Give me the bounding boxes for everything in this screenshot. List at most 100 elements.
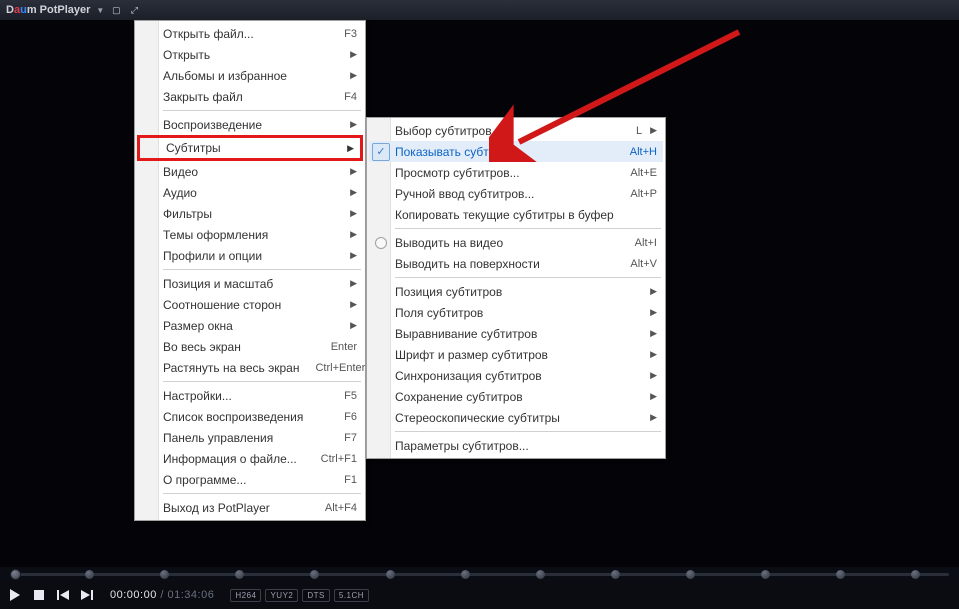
menu-item-shortcut: F1 bbox=[328, 474, 357, 486]
menu-item-label: Соотношение сторон bbox=[163, 298, 342, 312]
menu-item[interactable]: Информация о файле...Ctrl+F1 bbox=[137, 448, 363, 469]
menu-item[interactable]: Профили и опции▶ bbox=[137, 245, 363, 266]
menu-item[interactable]: Соотношение сторон▶ bbox=[137, 294, 363, 315]
seek-chapter-marker[interactable] bbox=[235, 570, 244, 579]
menu-item[interactable]: Список воспроизведенияF6 bbox=[137, 406, 363, 427]
menu-item-label: Стереоскопические субтитры bbox=[395, 411, 642, 425]
seek-chapter-marker[interactable] bbox=[536, 570, 545, 579]
menu-item[interactable]: Ручной ввод субтитров...Alt+P bbox=[369, 183, 663, 204]
menu-item-shortcut: Alt+V bbox=[614, 258, 657, 270]
submenu-arrow-icon: ▶ bbox=[350, 250, 357, 261]
menu-item-label: Позиция и масштаб bbox=[163, 277, 342, 291]
menu-item-label: О программе... bbox=[163, 473, 328, 487]
menu-item-shortcut: Alt+H bbox=[614, 146, 657, 158]
menu-item[interactable]: Просмотр субтитров...Alt+E bbox=[369, 162, 663, 183]
menu-item[interactable]: Выводить на поверхностиAlt+V bbox=[369, 253, 663, 274]
seek-chapter-marker[interactable] bbox=[386, 570, 395, 579]
menu-item-label: Воспроизведение bbox=[163, 118, 342, 132]
menu-item[interactable]: Выравнивание субтитров▶ bbox=[369, 323, 663, 344]
submenu-arrow-icon: ▶ bbox=[650, 328, 657, 339]
menu-separator bbox=[395, 228, 661, 229]
menu-separator bbox=[163, 269, 361, 270]
menu-item-label: Темы оформления bbox=[163, 228, 342, 242]
menu-item-label: Альбомы и избранное bbox=[163, 69, 342, 83]
control-bar: 00:00:00 / 01:34:06 H264YUY2DTS5.1CH bbox=[0, 581, 959, 609]
seek-track[interactable] bbox=[10, 573, 949, 576]
submenu-arrow-icon: ▶ bbox=[350, 70, 357, 81]
seek-chapter-marker[interactable] bbox=[85, 570, 94, 579]
menu-item[interactable]: Панель управленияF7 bbox=[137, 427, 363, 448]
menu-item-shortcut: F5 bbox=[328, 390, 357, 402]
menu-item[interactable]: Параметры субтитров... bbox=[369, 435, 663, 456]
menu-item[interactable]: Аудио▶ bbox=[137, 182, 363, 203]
menu-item-label: Поля субтитров bbox=[395, 306, 642, 320]
submenu-arrow-icon: ▶ bbox=[650, 391, 657, 402]
menu-item[interactable]: Фильтры▶ bbox=[137, 203, 363, 224]
prev-button[interactable] bbox=[56, 588, 70, 602]
next-button[interactable] bbox=[80, 588, 94, 602]
menu-item[interactable]: Поля субтитров ▶ bbox=[369, 302, 663, 323]
menu-item-label: Позиция субтитров bbox=[395, 285, 642, 299]
menu-item[interactable]: Видео▶ bbox=[137, 161, 363, 182]
menu-item[interactable]: Синхронизация субтитров▶ bbox=[369, 365, 663, 386]
play-button[interactable] bbox=[8, 588, 22, 602]
menu-item[interactable]: ✓Показывать субтитрыAlt+H bbox=[369, 141, 663, 162]
time-current: 00:00:00 bbox=[110, 589, 157, 601]
seek-bar[interactable] bbox=[0, 567, 959, 581]
title-dropdown-icon[interactable]: ▼ bbox=[96, 6, 104, 15]
menu-item[interactable]: Стереоскопические субтитры▶ bbox=[369, 407, 663, 428]
menu-item[interactable]: Выход из PotPlayerAlt+F4 bbox=[137, 497, 363, 518]
menu-item[interactable]: Сохранение субтитров▶ bbox=[369, 386, 663, 407]
menu-item[interactable]: Настройки...F5 bbox=[137, 385, 363, 406]
menu-item[interactable]: Растянуть на весь экранCtrl+Enter bbox=[137, 357, 363, 378]
submenu-arrow-icon: ▶ bbox=[350, 187, 357, 198]
menu-item[interactable]: Воспроизведение ▶ bbox=[137, 114, 363, 135]
minimize-button[interactable]: ▢ bbox=[108, 3, 124, 17]
seek-chapter-marker[interactable] bbox=[836, 570, 845, 579]
menu-item[interactable]: Шрифт и размер субтитров▶ bbox=[369, 344, 663, 365]
menu-item[interactable]: Альбомы и избранное ▶ bbox=[137, 65, 363, 86]
seek-thumb[interactable] bbox=[10, 569, 21, 580]
seek-chapter-marker[interactable] bbox=[160, 570, 169, 579]
seek-chapter-marker[interactable] bbox=[686, 570, 695, 579]
seek-chapter-marker[interactable] bbox=[310, 570, 319, 579]
menu-item-label: Видео bbox=[163, 165, 342, 179]
menu-item-shortcut: F7 bbox=[328, 432, 357, 444]
menu-separator bbox=[395, 277, 661, 278]
subtitles-submenu: Выбор субтитровL▶✓Показывать субтитрыAlt… bbox=[366, 117, 666, 459]
codec-badge: H264 bbox=[230, 589, 261, 602]
seek-chapter-marker[interactable] bbox=[761, 570, 770, 579]
window-controls: ▢ ⤢ bbox=[108, 3, 142, 17]
menu-item-label: Размер окна bbox=[163, 319, 342, 333]
menu-item[interactable]: О программе...F1 bbox=[137, 469, 363, 490]
menu-item[interactable]: Открыть▶ bbox=[137, 44, 363, 65]
expand-button[interactable]: ⤢ bbox=[126, 3, 142, 17]
menu-item[interactable]: Выбор субтитровL▶ bbox=[369, 120, 663, 141]
menu-item[interactable]: Выводить на видеоAlt+I bbox=[369, 232, 663, 253]
menu-item[interactable]: Закрыть файлF4 bbox=[137, 86, 363, 107]
menu-item[interactable]: Темы оформления▶ bbox=[137, 224, 363, 245]
menu-item[interactable]: Позиция субтитров▶ bbox=[369, 281, 663, 302]
menu-item-label: Фильтры bbox=[163, 207, 342, 221]
seek-chapter-marker[interactable] bbox=[611, 570, 620, 579]
menu-item-shortcut: F6 bbox=[328, 411, 357, 423]
menu-item[interactable]: Размер окна▶ bbox=[137, 315, 363, 336]
submenu-arrow-icon: ▶ bbox=[350, 119, 357, 130]
menu-item[interactable]: Открыть файл...F3 bbox=[137, 23, 363, 44]
stop-button[interactable] bbox=[32, 588, 46, 602]
menu-item[interactable]: Во весь экранEnter bbox=[137, 336, 363, 357]
menu-item-label: Открыть файл... bbox=[163, 27, 328, 41]
menu-item-label: Шрифт и размер субтитров bbox=[395, 348, 642, 362]
submenu-arrow-icon: ▶ bbox=[650, 370, 657, 381]
menu-separator bbox=[163, 381, 361, 382]
codec-badge: 5.1CH bbox=[334, 589, 369, 602]
menu-item[interactable]: Субтитры▶ bbox=[137, 135, 363, 161]
seek-chapter-marker[interactable] bbox=[911, 570, 920, 579]
menu-item-label: Копировать текущие субтитры в буфер bbox=[395, 208, 657, 222]
menu-item[interactable]: Позиция и масштаб▶ bbox=[137, 273, 363, 294]
seek-chapter-marker[interactable] bbox=[461, 570, 470, 579]
submenu-arrow-icon: ▶ bbox=[347, 143, 354, 154]
main-context-menu: Открыть файл...F3Открыть▶Альбомы и избра… bbox=[134, 20, 366, 521]
submenu-arrow-icon: ▶ bbox=[650, 307, 657, 318]
menu-item[interactable]: Копировать текущие субтитры в буфер bbox=[369, 204, 663, 225]
